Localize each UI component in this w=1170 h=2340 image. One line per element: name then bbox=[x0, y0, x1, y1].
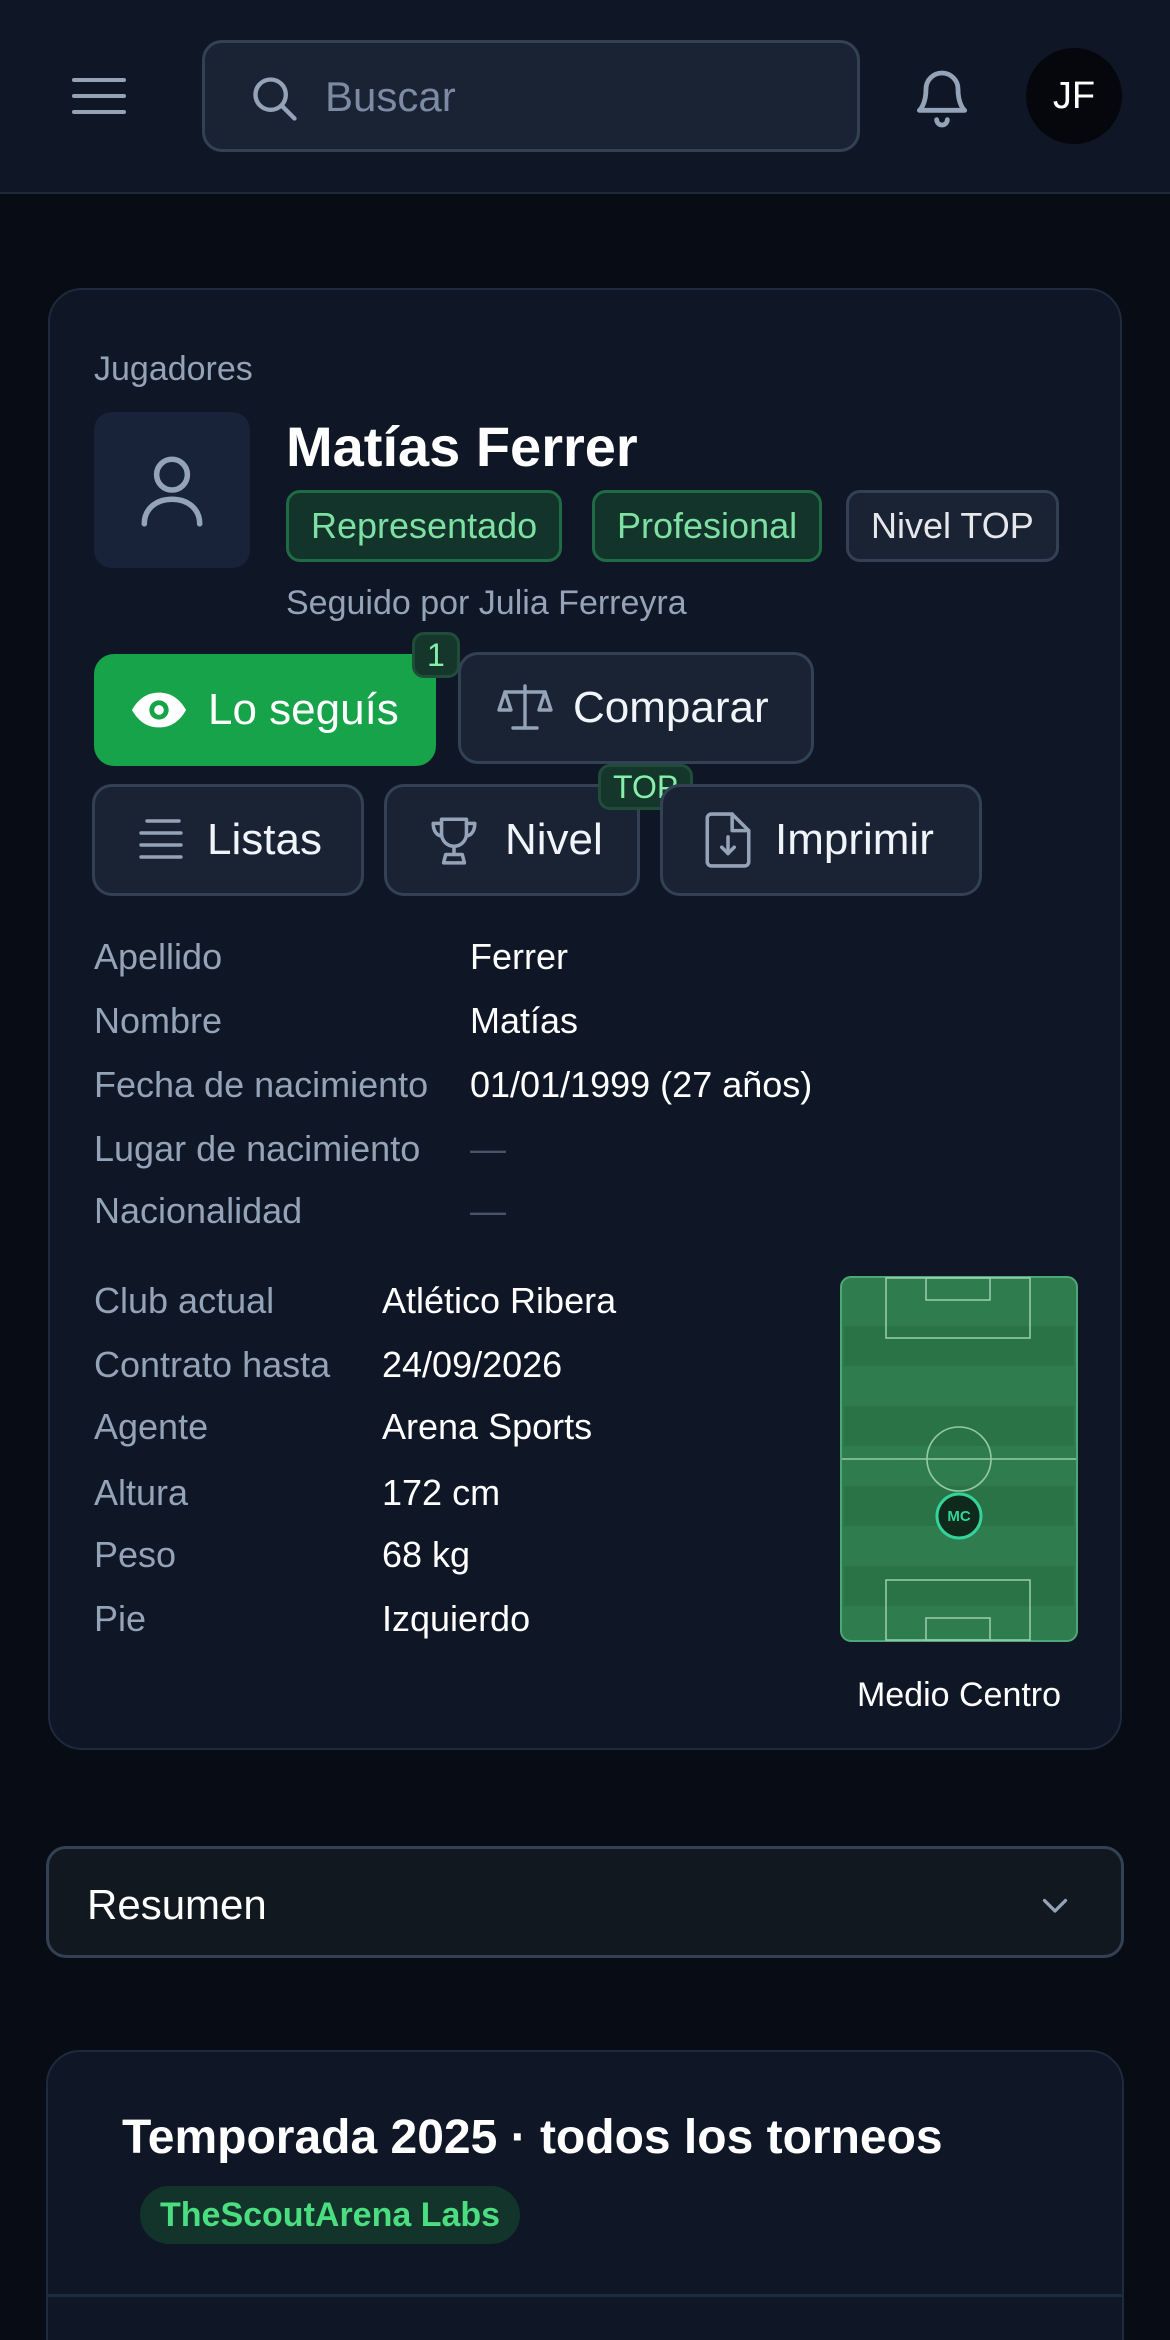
season-stats-card: Temporada 2025 · todos los torneos TheSc… bbox=[46, 2050, 1124, 2340]
lists-button[interactable]: Listas bbox=[92, 784, 364, 896]
field-label-nationality: Nacionalidad bbox=[94, 1190, 303, 1231]
top-bar: JF bbox=[0, 0, 1170, 194]
field-value-foot: Izquierdo bbox=[382, 1598, 531, 1639]
field-label-weight: Peso bbox=[94, 1534, 177, 1575]
hamburger-icon-line bbox=[72, 94, 126, 98]
source-badge: TheScoutArena Labs bbox=[140, 2186, 521, 2244]
search-input[interactable] bbox=[325, 63, 825, 131]
field-value-apellido: Ferrer bbox=[470, 936, 568, 977]
eye-icon bbox=[131, 692, 187, 728]
follow-label: Lo seguís bbox=[208, 685, 399, 734]
follow-count-badge: 1 bbox=[412, 632, 460, 678]
compare-label: Comparar bbox=[573, 683, 769, 732]
position-pitch: MC bbox=[840, 1276, 1078, 1642]
field-value-contract: 24/09/2026 bbox=[382, 1344, 563, 1385]
follow-button[interactable]: Lo seguís bbox=[94, 654, 436, 766]
field-label-agent: Agente bbox=[94, 1406, 209, 1447]
print-button[interactable]: Imprimir bbox=[660, 784, 982, 896]
badge-representado: Representado bbox=[286, 490, 563, 562]
season-title: Temporada 2025 · todos los torneos bbox=[122, 2111, 943, 2164]
list-icon bbox=[139, 819, 183, 859]
scale-icon bbox=[497, 684, 553, 730]
summary-accordion[interactable]: Resumen bbox=[46, 1846, 1124, 1958]
level-label: Nivel bbox=[505, 815, 603, 864]
print-label: Imprimir bbox=[775, 815, 934, 864]
field-label-birth-date: Fecha de nacimiento bbox=[94, 1064, 429, 1105]
divider bbox=[48, 2294, 1122, 2297]
user-icon bbox=[141, 456, 203, 527]
file-download-icon bbox=[705, 812, 751, 868]
search-box[interactable] bbox=[202, 40, 860, 152]
notifications-button[interactable] bbox=[910, 62, 974, 132]
badge-nivel-top: Nivel TOP bbox=[846, 490, 1059, 562]
breadcrumb[interactable]: Jugadores bbox=[94, 350, 253, 389]
summary-label: Resumen bbox=[87, 1881, 267, 1928]
field-value-height: 172 cm bbox=[382, 1472, 501, 1513]
badge-profesional: Profesional bbox=[592, 490, 823, 562]
field-label-apellido: Apellido bbox=[94, 936, 223, 977]
field-label-nombre: Nombre bbox=[94, 1000, 223, 1041]
field-value-birth-place: — bbox=[470, 1128, 506, 1169]
field-label-foot: Pie bbox=[94, 1598, 147, 1639]
menu-button[interactable] bbox=[72, 76, 128, 116]
chevron-down-icon bbox=[1042, 1898, 1068, 1913]
followed-by-text: Seguido por Julia Ferreyra bbox=[286, 584, 687, 622]
field-label-height: Altura bbox=[94, 1472, 189, 1513]
field-value-agent[interactable]: Arena Sports bbox=[382, 1406, 592, 1448]
trophy-icon bbox=[431, 817, 477, 865]
position-label: Medio Centro bbox=[856, 1676, 1062, 1714]
field-value-club[interactable]: Atlético Ribera bbox=[382, 1280, 616, 1322]
hamburger-icon bbox=[72, 78, 126, 82]
field-value-weight: 68 kg bbox=[382, 1534, 471, 1575]
field-label-club: Club actual bbox=[94, 1280, 275, 1321]
field-label-contract: Contrato hasta bbox=[94, 1344, 331, 1385]
search-icon bbox=[253, 77, 297, 121]
user-avatar[interactable]: JF bbox=[1026, 48, 1122, 144]
player-profile-card: Jugadores Matías Ferrer Representado Pro… bbox=[48, 288, 1122, 1750]
player-photo-placeholder bbox=[94, 412, 250, 568]
hamburger-icon-line bbox=[72, 110, 126, 114]
bell-icon bbox=[916, 70, 968, 128]
field-value-birth-date: 01/01/1999 (27 años) bbox=[470, 1064, 813, 1105]
lists-label: Listas bbox=[207, 815, 322, 864]
field-label-birth-place: Lugar de nacimiento bbox=[94, 1128, 421, 1169]
field-value-nombre: Matías bbox=[470, 1000, 579, 1041]
field-value-nationality: — bbox=[470, 1190, 506, 1231]
position-code: MC bbox=[947, 1508, 970, 1525]
compare-button[interactable]: Comparar bbox=[458, 652, 814, 764]
player-name: Matías Ferrer bbox=[286, 415, 638, 478]
